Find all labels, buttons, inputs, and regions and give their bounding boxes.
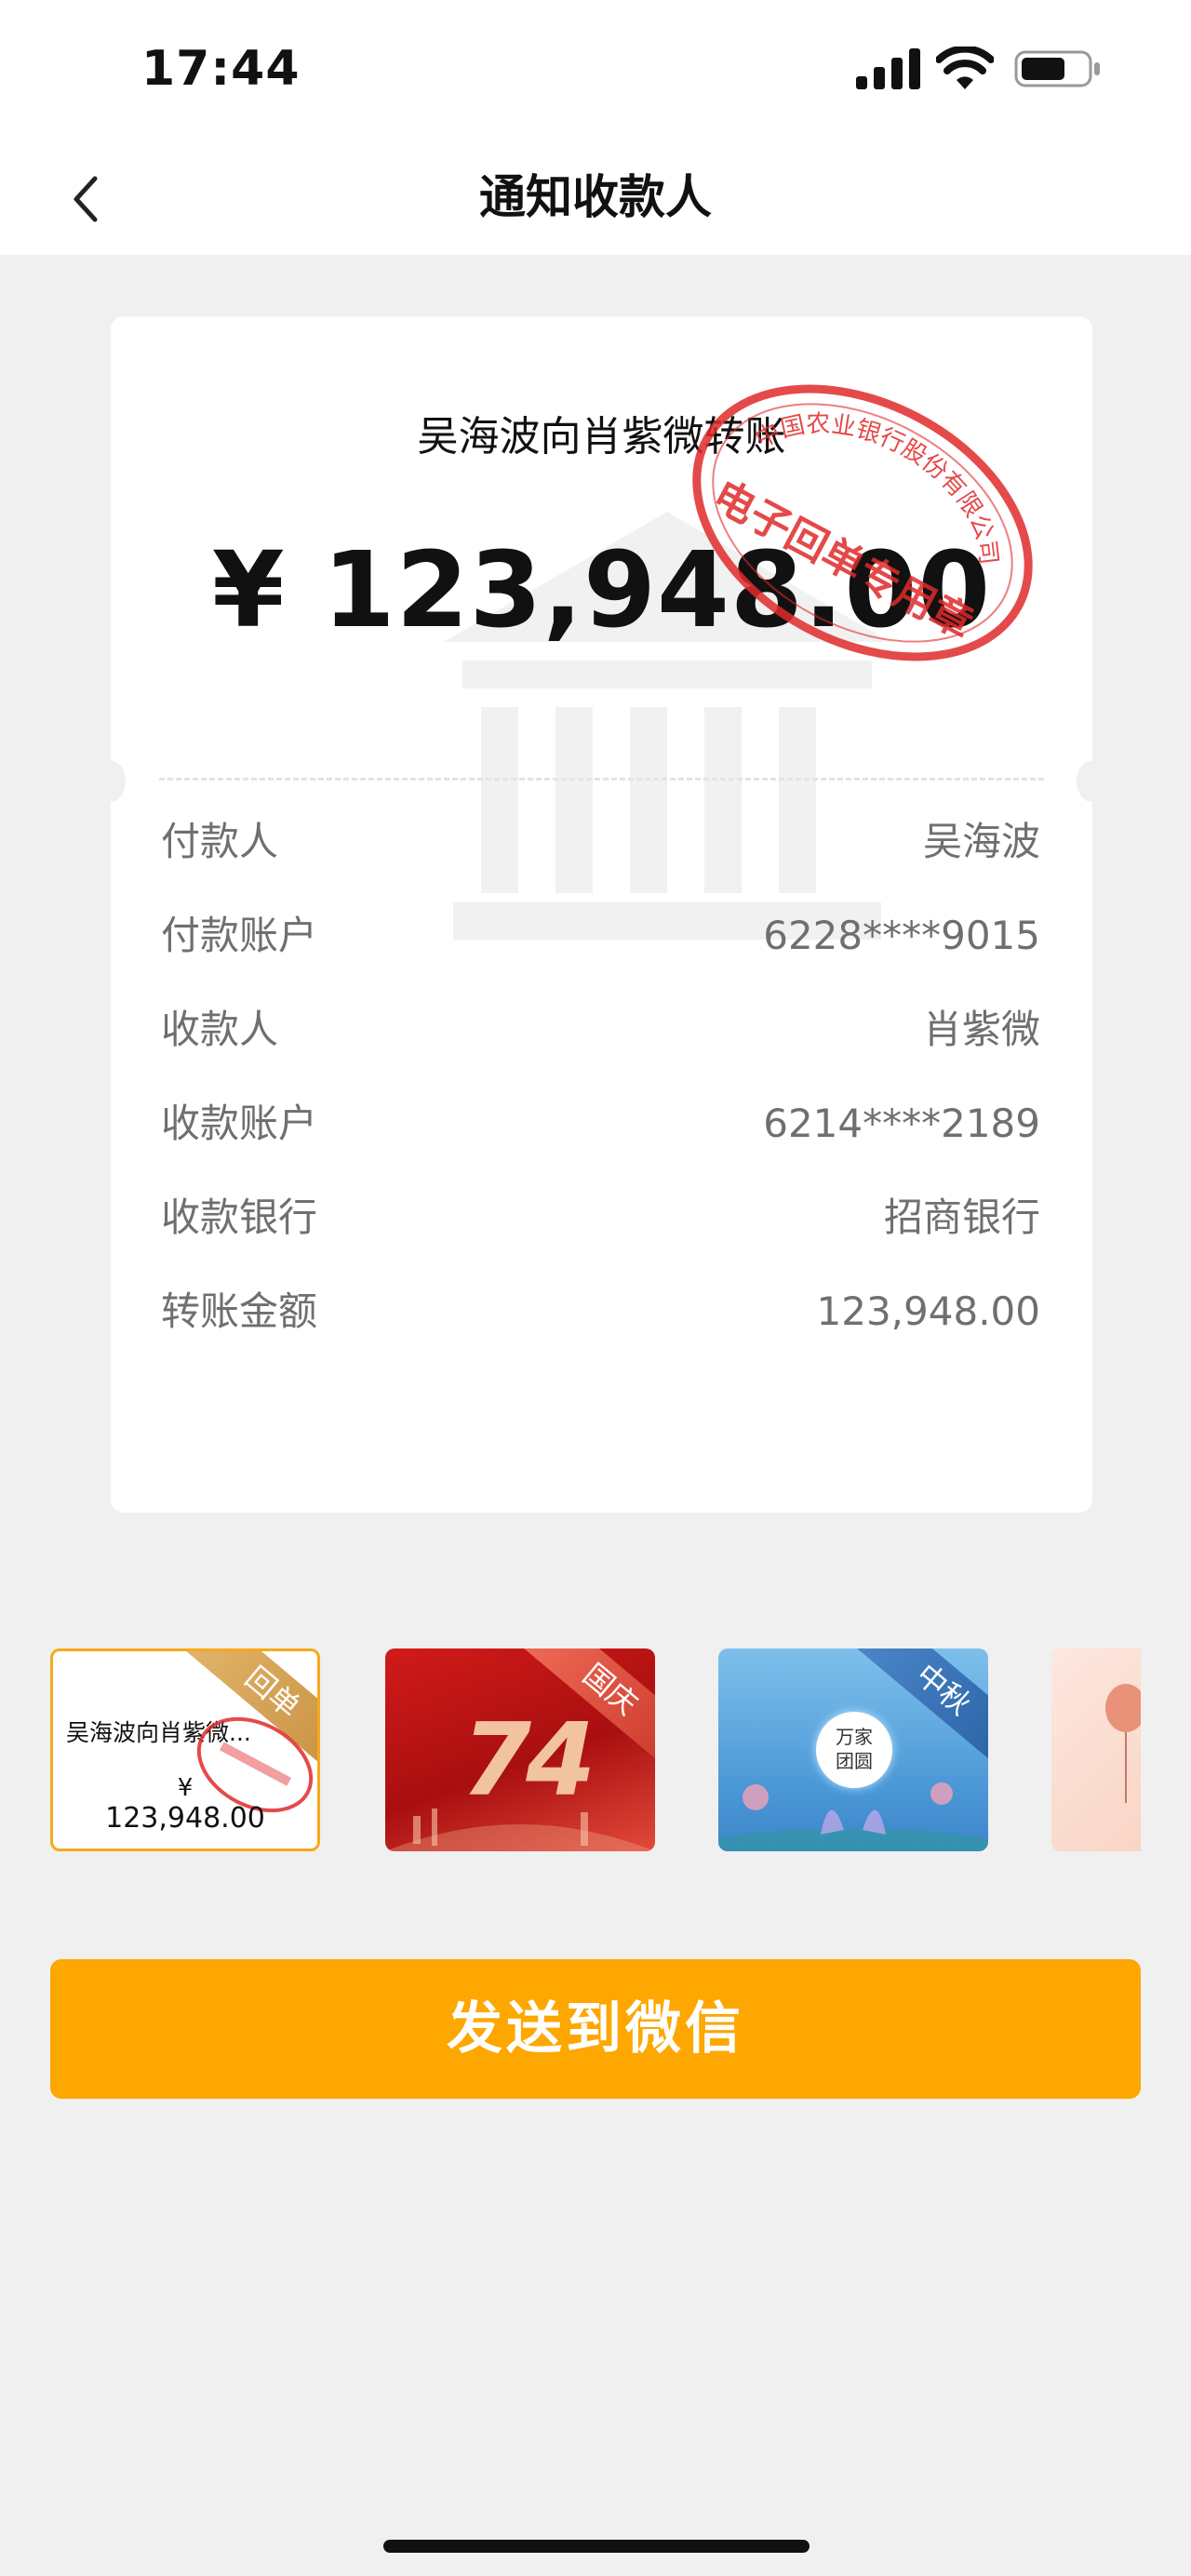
page-title: 通知收款人 bbox=[479, 170, 712, 224]
dashed-divider bbox=[159, 778, 1044, 781]
template-balloon[interactable] bbox=[1051, 1648, 1141, 1851]
battery-icon bbox=[1014, 50, 1100, 87]
template-yen: ¥ bbox=[177, 1774, 194, 1802]
row-value: 招商银行 bbox=[883, 1195, 1040, 1240]
home-indicator bbox=[383, 2540, 810, 2553]
signal-icon bbox=[856, 48, 920, 89]
detail-row-payee-bank: 收款银行 招商银行 bbox=[161, 1190, 1040, 1284]
row-label: 收款银行 bbox=[161, 1195, 318, 1240]
template-national-day[interactable]: 国庆 74 bbox=[385, 1648, 655, 1851]
row-value: 吴海波 bbox=[922, 819, 1040, 864]
template-carousel[interactable]: 回单 吴海波向肖紫微... ¥ 123,948.00 国庆 74 中秋 万家 团… bbox=[50, 1648, 1141, 1853]
detail-row-amount: 转账金额 123,948.00 bbox=[161, 1284, 1040, 1378]
card-notch-right bbox=[1077, 761, 1106, 802]
detail-row-payer-account: 付款账户 6228****9015 bbox=[161, 908, 1040, 1002]
send-to-wechat-button[interactable]: 发送到微信 bbox=[50, 1959, 1141, 2099]
wifi-icon bbox=[936, 47, 994, 89]
lotus-rabbit-icon bbox=[718, 1782, 988, 1851]
detail-row-payer: 付款人 吴海波 bbox=[161, 814, 1040, 908]
balloon-icon bbox=[1105, 1684, 1141, 1803]
row-value: 6228****9015 bbox=[763, 913, 1040, 958]
template-amount: 123,948.00 bbox=[105, 1802, 265, 1835]
template-mid-autumn[interactable]: 中秋 万家 团圆 bbox=[718, 1648, 988, 1851]
card-notch-left bbox=[96, 761, 126, 802]
row-value: 6214****2189 bbox=[763, 1101, 1040, 1146]
row-label: 转账金额 bbox=[161, 1288, 318, 1334]
detail-row-payee: 收款人 肖紫微 bbox=[161, 1002, 1040, 1096]
status-bar: 17:44 bbox=[0, 0, 1191, 140]
city-skyline-icon bbox=[385, 1809, 655, 1851]
receipt-header: 吴海波向肖紫微转账 ¥ 123,948.00 中国农业银行股份有限公司 电子回单… bbox=[111, 316, 1092, 940]
receipt-card: 吴海波向肖紫微转账 ¥ 123,948.00 中国农业银行股份有限公司 电子回单… bbox=[111, 316, 1092, 1513]
row-label: 付款人 bbox=[161, 819, 279, 864]
row-label: 收款账户 bbox=[161, 1101, 318, 1146]
template-receipt[interactable]: 回单 吴海波向肖紫微... ¥ 123,948.00 bbox=[50, 1648, 320, 1851]
receipt-detail-list: 付款人 吴海波 付款账户 6228****9015 收款人 肖紫微 收款账户 6… bbox=[161, 814, 1040, 1378]
nav-bar: 通知收款人 bbox=[0, 140, 1191, 255]
row-value: 123,948.00 bbox=[816, 1288, 1040, 1334]
row-value: 肖紫微 bbox=[922, 1007, 1040, 1052]
row-label: 收款人 bbox=[161, 1007, 279, 1052]
detail-row-payee-account: 收款账户 6214****2189 bbox=[161, 1096, 1040, 1190]
row-label: 付款账户 bbox=[161, 913, 318, 958]
status-time: 17:44 bbox=[141, 41, 301, 97]
